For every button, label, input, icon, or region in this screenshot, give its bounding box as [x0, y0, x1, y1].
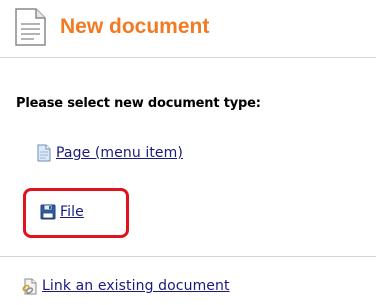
page-menu-item-link[interactable]: Page (menu item)	[36, 144, 183, 162]
floppy-disk-icon	[40, 204, 56, 220]
section-divider	[0, 256, 376, 257]
document-icon	[15, 8, 46, 46]
page-title: New document	[60, 15, 210, 38]
file-link[interactable]: File	[40, 203, 84, 221]
document-type-prompt: Please select new document type:	[16, 96, 261, 111]
link-existing-document-link[interactable]: Link an existing document	[20, 277, 230, 295]
link-existing-document-label[interactable]: Link an existing document	[42, 278, 230, 294]
link-document-icon	[22, 278, 37, 295]
new-document-panel: New document Please select new document …	[0, 0, 376, 305]
page-icon	[37, 144, 51, 162]
panel-header: New document	[0, 0, 376, 58]
page-menu-item-label[interactable]: Page (menu item)	[56, 145, 183, 161]
file-label[interactable]: File	[60, 204, 84, 220]
